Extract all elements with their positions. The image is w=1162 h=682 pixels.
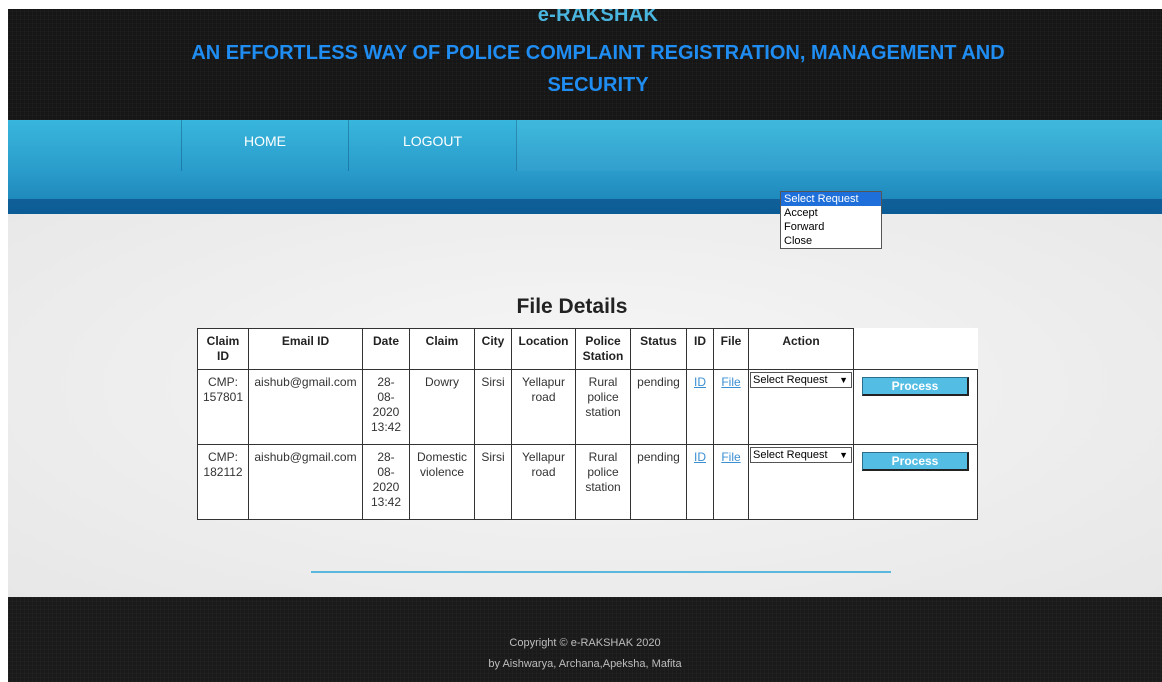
option-forward[interactable]: Forward: [781, 220, 881, 234]
cell-location: Yellapur road: [511, 369, 576, 445]
col-date: Date: [362, 328, 410, 370]
file-link[interactable]: File: [721, 375, 740, 389]
table-header-row: Claim ID Email ID Date Claim City Locati…: [197, 328, 978, 370]
cell-file: File: [713, 369, 749, 445]
cell-action: Select Request ▼: [748, 369, 854, 445]
col-action: Action: [748, 328, 854, 370]
cell-process: Process: [853, 444, 978, 520]
cell-file: File: [713, 444, 749, 520]
table-row: CMP: 157801 aishub@gmail.com 28- 08- 202…: [197, 369, 978, 445]
option-accept[interactable]: Accept: [781, 206, 881, 220]
nav-empty-area: [516, 120, 1162, 171]
cell-process: Process: [853, 369, 978, 445]
cell-email: aishub@gmail.com: [248, 444, 363, 520]
nav-shadow: [8, 199, 1162, 214]
cell-id: ID: [686, 369, 714, 445]
site-header: e-RAKSHAK AN EFFORTLESS WAY OF POLICE CO…: [8, 9, 1162, 120]
id-link[interactable]: ID: [694, 375, 706, 389]
cell-date: 28- 08- 2020 13:42: [362, 369, 410, 445]
main-content: File Details Claim ID Email ID Date Clai…: [8, 214, 1162, 597]
action-select[interactable]: Select Request ▼: [750, 447, 852, 463]
divider-line: [311, 571, 891, 573]
header-spacer: [853, 328, 978, 370]
col-claim: Claim: [409, 328, 475, 370]
action-select-value: Select Request: [753, 374, 828, 386]
nav-bar: HOME LOGOUT: [8, 120, 1162, 208]
file-link[interactable]: File: [721, 450, 740, 464]
file-details-table: Claim ID Email ID Date Claim City Locati…: [197, 328, 978, 520]
table-row: CMP: 182112 aishub@gmail.com 28- 08- 202…: [197, 444, 978, 520]
site-tagline: AN EFFORTLESS WAY OF POLICE COMPLAINT RE…: [191, 42, 1005, 96]
site-brand: e-RAKSHAK: [537, 9, 659, 26]
page: e-RAKSHAK AN EFFORTLESS WAY OF POLICE CO…: [8, 9, 1162, 682]
cell-claim-id: CMP: 157801: [197, 369, 249, 445]
cell-police-station: Rural police station: [575, 369, 631, 445]
option-select-request[interactable]: Select Request: [781, 192, 881, 206]
process-button[interactable]: Process: [862, 377, 969, 396]
col-email-id: Email ID: [248, 328, 363, 370]
site-footer: Copyright © e-RAKSHAK 2020 by Aishwarya,…: [8, 597, 1162, 682]
cell-status: pending: [630, 444, 687, 520]
col-claim-id: Claim ID: [197, 328, 249, 370]
chevron-down-icon: ▼: [839, 375, 848, 385]
col-id: ID: [686, 328, 714, 370]
cell-city: Sirsi: [474, 369, 512, 445]
action-select[interactable]: Select Request ▼: [750, 372, 852, 388]
cell-police-station: Rural police station: [575, 444, 631, 520]
col-police-station: Police Station: [575, 328, 631, 370]
nav-logout-link[interactable]: LOGOUT: [348, 120, 517, 171]
footer-authors: by Aishwarya, Archana,Apeksha, Mafita: [488, 658, 682, 670]
cell-action: Select Request ▼: [748, 444, 854, 520]
nav-home-link[interactable]: HOME: [181, 120, 348, 171]
cell-status: pending: [630, 369, 687, 445]
col-location: Location: [511, 328, 576, 370]
id-link[interactable]: ID: [694, 450, 706, 464]
action-select-value: Select Request: [753, 449, 828, 461]
page-title: File Details: [516, 295, 628, 318]
action-dropdown-list: Select Request Accept Forward Close: [780, 191, 882, 249]
chevron-down-icon: ▼: [839, 450, 848, 460]
option-close[interactable]: Close: [781, 234, 881, 248]
process-button[interactable]: Process: [862, 452, 969, 471]
cell-date: 28- 08- 2020 13:42: [362, 444, 410, 520]
col-file: File: [713, 328, 749, 370]
cell-location: Yellapur road: [511, 444, 576, 520]
cell-claim-id: CMP: 182112: [197, 444, 249, 520]
col-city: City: [474, 328, 512, 370]
cell-city: Sirsi: [474, 444, 512, 520]
footer-copyright: Copyright © e-RAKSHAK 2020: [509, 637, 661, 649]
cell-email: aishub@gmail.com: [248, 369, 363, 445]
cell-claim: Dowry: [409, 369, 475, 445]
cell-claim: Domestic violence: [409, 444, 475, 520]
cell-id: ID: [686, 444, 714, 520]
col-status: Status: [630, 328, 687, 370]
